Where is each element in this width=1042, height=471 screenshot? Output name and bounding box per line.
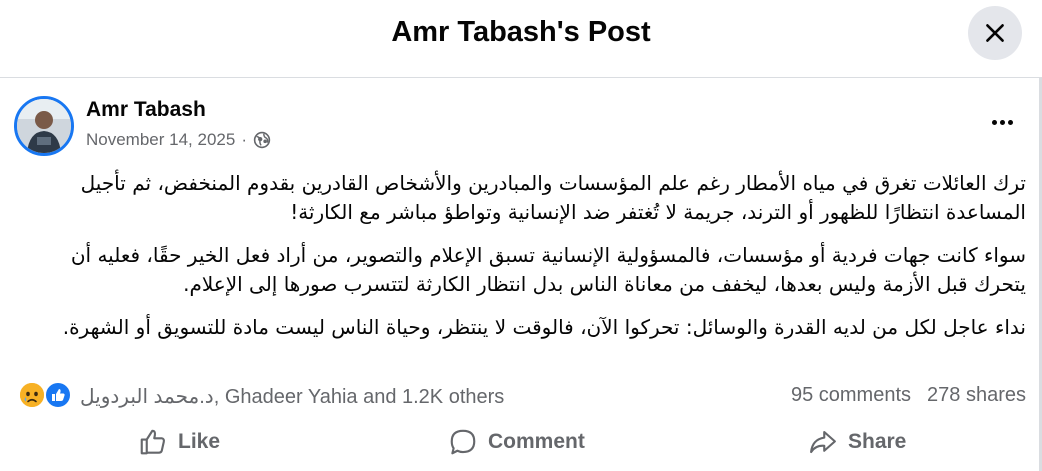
like-reaction-icon <box>44 381 72 409</box>
more-options-icon <box>991 119 997 125</box>
post-stats: د.محمد البردويل, Ghadeer Yahia and 1.2K … <box>16 380 1026 412</box>
close-button[interactable] <box>968 6 1022 60</box>
comment-button[interactable]: Comment <box>448 422 585 462</box>
like-label: Like <box>178 430 221 453</box>
post-actions: Like Comment Share <box>16 422 1026 466</box>
post-date[interactable]: November 14, 2025 <box>86 130 235 150</box>
comments-count[interactable]: 95 comments <box>791 384 911 407</box>
comment-label: Comment <box>488 430 585 453</box>
avatar-image <box>17 99 71 153</box>
share-label: Share <box>848 430 907 453</box>
author-name[interactable]: Amr Tabash <box>86 98 206 122</box>
comment-icon <box>450 429 476 455</box>
post-paragraph-2: سواء كانت جهات فردية أو مؤسسات، فالمسؤول… <box>70 243 1026 296</box>
more-options-button[interactable] <box>986 110 1018 134</box>
close-icon <box>986 24 1004 42</box>
post-paragraph-1: ترك العائلات تغرق في مياه الأمطار رغم عل… <box>80 171 1026 224</box>
thumbs-up-icon <box>140 429 165 455</box>
post-paragraph-3: نداء عاجل لكل من لديه القدرة والوسائل: ت… <box>62 315 1026 339</box>
shares-count[interactable]: 278 shares <box>927 384 1026 407</box>
globe-icon <box>253 131 271 149</box>
dialog-title: Amr Tabash's Post <box>391 16 651 48</box>
avatar[interactable] <box>14 96 74 156</box>
share-icon <box>810 430 836 454</box>
reaction-icons[interactable] <box>16 381 74 411</box>
post-meta: November 14, 2025 · <box>86 130 271 150</box>
like-button[interactable]: Like <box>138 422 220 462</box>
post-header: Amr Tabash November 14, 2025 · <box>14 96 1024 156</box>
dialog-header: Amr Tabash's Post <box>0 0 1042 78</box>
sad-reaction-icon <box>18 381 46 409</box>
engagement-counts: 95 comments 278 shares <box>791 384 1026 407</box>
share-button[interactable]: Share <box>808 422 906 462</box>
reactors-text[interactable]: د.محمد البردويل, Ghadeer Yahia and 1.2K … <box>80 384 504 409</box>
meta-separator: · <box>241 130 247 149</box>
